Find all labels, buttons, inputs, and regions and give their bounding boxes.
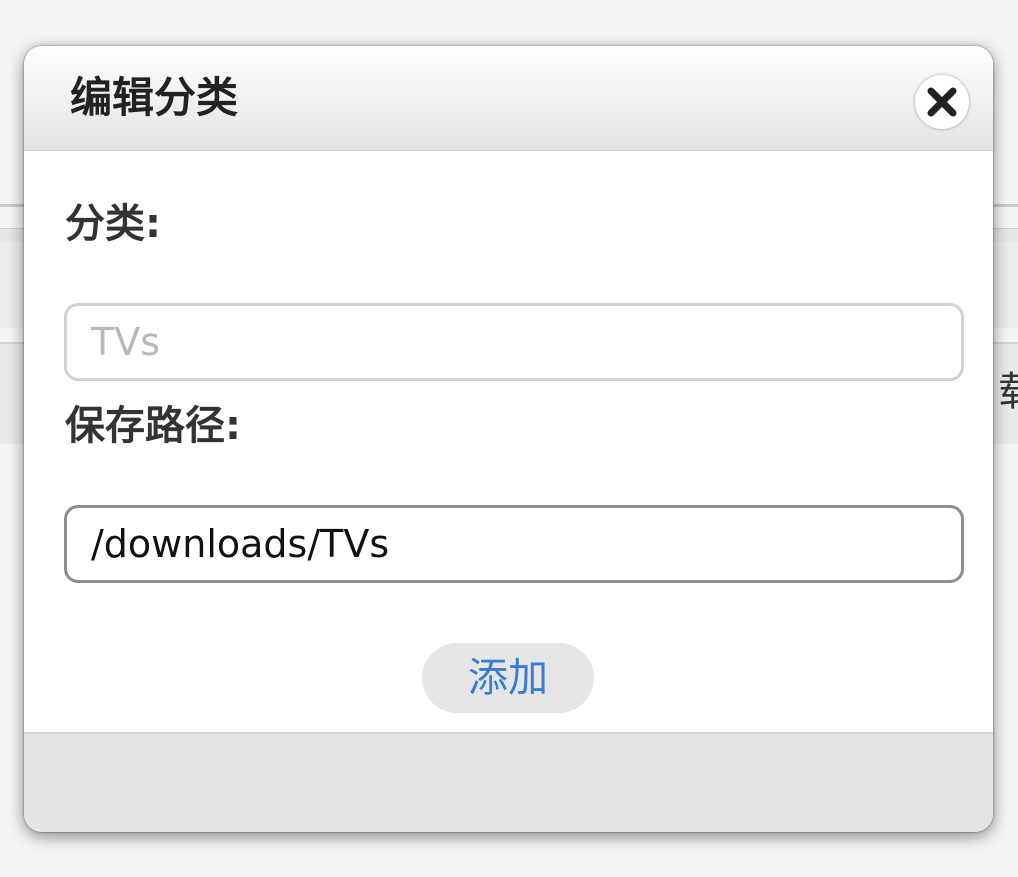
dialog-footer — [24, 732, 993, 832]
add-button[interactable]: 添加 — [422, 643, 594, 713]
category-input[interactable] — [64, 303, 964, 381]
dialog-title: 编辑分类 — [70, 73, 239, 122]
page: 载 编辑分类 分类: 保存路径: 添加 — [0, 0, 1018, 877]
edit-category-dialog: 编辑分类 分类: 保存路径: 添加 — [24, 46, 993, 832]
background-peek-text: 载 — [998, 362, 1018, 422]
close-button[interactable] — [915, 75, 969, 129]
dialog-body: 分类: 保存路径: 添加 — [24, 151, 993, 731]
dialog-header: 编辑分类 — [24, 46, 993, 151]
close-icon — [927, 87, 957, 117]
category-label: 分类: — [65, 201, 161, 247]
save-path-input[interactable] — [64, 505, 964, 583]
save-path-label: 保存路径: — [65, 403, 241, 449]
